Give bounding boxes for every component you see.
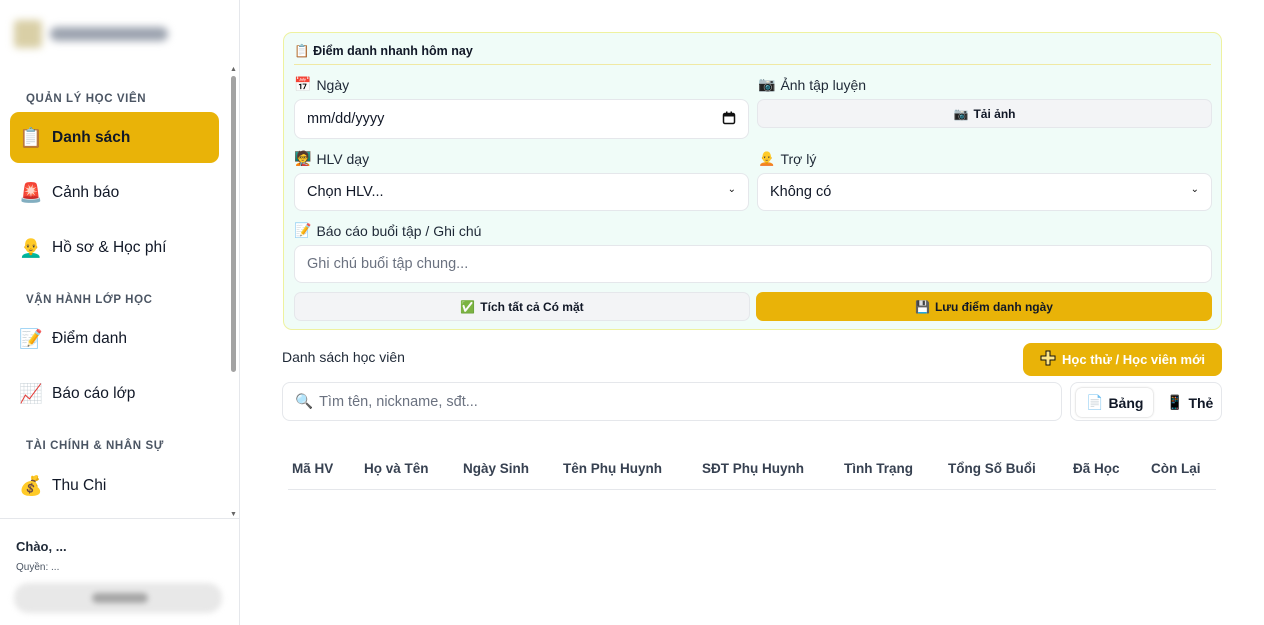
money-bag-icon: 💰 bbox=[19, 475, 43, 497]
sidebar-item-danh-sach[interactable]: 📋 Danh sách bbox=[10, 112, 219, 163]
chart-up-icon: 📈 bbox=[19, 383, 43, 405]
photo-label: 📷 Ảnh tập luyện bbox=[758, 76, 867, 93]
main-content: 📋 Điểm danh nhanh hôm nay 📅 Ngày mm/dd/y… bbox=[240, 0, 1264, 625]
coach-label: 🧑‍🏫 HLV dạy bbox=[294, 150, 370, 167]
coach-select[interactable]: Chọn HLV... ⌄ bbox=[294, 173, 749, 211]
view-cards-button[interactable]: 📱 Thẻ bbox=[1156, 388, 1223, 417]
floppy-disk-icon: 💾 bbox=[915, 299, 930, 314]
column-header[interactable]: Đã Học bbox=[1073, 461, 1120, 476]
clipboard-icon: 📋 bbox=[19, 127, 43, 149]
sidebar-item-label: Điểm danh bbox=[52, 329, 127, 347]
sidebar: QUẢN LÝ HỌC VIÊN 📋 Danh sách 🚨 Cảnh báo … bbox=[0, 0, 240, 625]
app-logo[interactable] bbox=[14, 18, 174, 50]
column-header[interactable]: Tình Trạng bbox=[844, 461, 913, 476]
column-header[interactable]: Tổng Số Buổi bbox=[948, 461, 1036, 476]
search-input[interactable]: 🔍 Tìm tên, nickname, sđt... bbox=[282, 382, 1062, 421]
sidebar-item-thu-chi[interactable]: 💰 Thu Chi bbox=[10, 460, 219, 511]
calendar-icon: 📅 bbox=[294, 76, 312, 92]
memo-icon: 📝 bbox=[19, 328, 43, 350]
search-icon: 🔍 bbox=[295, 394, 314, 410]
view-table-button[interactable]: 📄 Bảng bbox=[1076, 388, 1154, 417]
upload-photo-button[interactable]: 📷 Tải ảnh bbox=[757, 99, 1212, 128]
sidebar-item-ho-so[interactable]: 👨‍🦲 Hồ sơ & Học phí bbox=[10, 222, 219, 273]
section-title-operations: VẬN HÀNH LỚP HỌC bbox=[26, 294, 153, 306]
sidebar-nav: QUẢN LÝ HỌC VIÊN 📋 Danh sách 🚨 Cảnh báo … bbox=[0, 66, 240, 518]
sidebar-item-label: Cảnh báo bbox=[52, 183, 120, 201]
section-title-students: QUẢN LÝ HỌC VIÊN bbox=[26, 93, 147, 105]
camera-icon: 📷 bbox=[953, 106, 969, 121]
save-attendance-button[interactable]: 💾 Lưu điểm danh ngày bbox=[756, 292, 1212, 321]
sidebar-item-diem-danh[interactable]: 📝 Điểm danh bbox=[10, 313, 219, 364]
camera-icon: 📷 bbox=[758, 76, 776, 92]
card-title: 📋 Điểm danh nhanh hôm nay bbox=[294, 44, 473, 58]
document-icon: 📄 bbox=[1086, 394, 1104, 410]
user-footer: Chào, ... Quyền: ... bbox=[0, 518, 240, 625]
assistant-label: 🧑‍🦲 Trợ lý bbox=[758, 150, 817, 167]
divider bbox=[294, 64, 1211, 65]
scroll-down-arrow-icon[interactable]: ▼ bbox=[230, 511, 237, 518]
teacher-icon: 🧑‍🏫 bbox=[294, 150, 312, 166]
note-input[interactable]: Ghi chú buổi tập chung... bbox=[294, 245, 1212, 283]
siren-icon: 🚨 bbox=[19, 182, 43, 204]
person-icon: 👨‍🦲 bbox=[19, 237, 43, 259]
memo-icon: 📝 bbox=[294, 222, 312, 238]
view-toggle: 📄 Bảng 📱 Thẻ bbox=[1070, 382, 1222, 421]
chevron-down-icon: ⌄ bbox=[1190, 184, 1199, 195]
column-header[interactable]: Còn Lại bbox=[1151, 461, 1201, 476]
sidebar-item-canh-bao[interactable]: 🚨 Cảnh báo bbox=[10, 167, 219, 218]
column-header[interactable]: Họ và Tên bbox=[364, 461, 429, 476]
sidebar-item-label: Danh sách bbox=[52, 128, 131, 146]
quick-attendance-card: 📋 Điểm danh nhanh hôm nay 📅 Ngày mm/dd/y… bbox=[283, 32, 1222, 330]
sidebar-item-label: Thu Chi bbox=[52, 476, 107, 494]
note-label: 📝 Báo cáo buổi tập / Ghi chú bbox=[294, 222, 482, 239]
column-header[interactable]: Tên Phụ Huynh bbox=[563, 461, 662, 476]
column-header[interactable]: Ngày Sinh bbox=[463, 461, 529, 476]
person-icon: 🧑‍🦲 bbox=[758, 150, 776, 166]
plus-icon bbox=[1040, 350, 1056, 369]
column-header[interactable]: SĐT Phụ Huynh bbox=[702, 461, 804, 476]
sidebar-item-label: Hồ sơ & Học phí bbox=[52, 238, 167, 256]
add-student-button[interactable]: Học thử / Học viên mới bbox=[1023, 343, 1222, 376]
date-input[interactable]: mm/dd/yyyy bbox=[294, 99, 749, 139]
clipboard-icon: 📋 bbox=[294, 44, 310, 58]
calendar-picker-icon[interactable] bbox=[722, 111, 736, 128]
section-title-finance: TÀI CHÍNH & NHÂN SỰ bbox=[26, 440, 164, 452]
sidebar-item-bao-cao-lop[interactable]: 📈 Báo cáo lớp bbox=[10, 368, 219, 419]
date-label: 📅 Ngày bbox=[294, 76, 350, 93]
sidebar-scrollbar[interactable]: ▲ ▼ bbox=[229, 66, 239, 518]
assistant-select[interactable]: Không có ⌄ bbox=[757, 173, 1212, 211]
scroll-up-arrow-icon[interactable]: ▲ bbox=[230, 66, 237, 73]
student-table-header: Mã HV Họ và Tên Ngày Sinh Tên Phụ Huynh … bbox=[288, 450, 1216, 490]
user-role: Quyền: ... bbox=[16, 562, 60, 573]
sidebar-item-label: Báo cáo lớp bbox=[52, 384, 136, 402]
mobile-phone-icon: 📱 bbox=[1166, 394, 1184, 410]
logout-button[interactable] bbox=[14, 583, 222, 613]
chevron-down-icon: ⌄ bbox=[727, 184, 736, 195]
check-all-present-button[interactable]: ✅ Tích tất cả Có mặt bbox=[294, 292, 750, 321]
scrollbar-thumb[interactable] bbox=[231, 76, 236, 372]
student-list-title: Danh sách học viên bbox=[282, 349, 405, 365]
column-header[interactable]: Mã HV bbox=[292, 461, 333, 476]
user-greeting: Chào, ... bbox=[16, 539, 67, 554]
check-mark-icon: ✅ bbox=[460, 299, 476, 314]
